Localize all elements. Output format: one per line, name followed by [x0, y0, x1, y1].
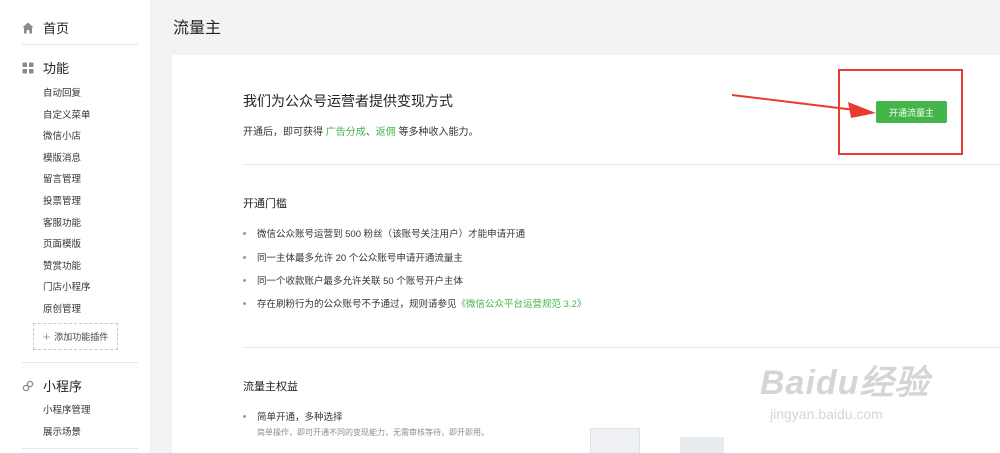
- link-icon: [22, 380, 34, 391]
- annotation-arrow-icon: [731, 94, 876, 118]
- subtitle-separator: 、: [365, 127, 376, 138]
- list-item-text: 微信公众账号运营到 500 粉丝（该账号关注用户）才能申请开通: [257, 229, 526, 240]
- list-item-text: 同一个收款账户最多允许关联 50 个账号开户主体: [257, 276, 463, 287]
- list-item: 同一主体最多允许 20 个公众账号申请开通流量主: [243, 250, 463, 264]
- sidebar-section-features[interactable]: 功能: [22, 58, 69, 77]
- sidebar-section-label: 小程序: [43, 379, 83, 394]
- list-item-text: 同一主体最多允许 20 个公众账号申请开通流量主: [257, 253, 463, 264]
- sidebar-item-display-scenes[interactable]: 展示场景: [43, 424, 81, 438]
- rights-heading: 流量主权益: [243, 381, 298, 393]
- subtitle-prefix: 开通后，即可获得: [243, 127, 326, 138]
- rights-description: 简单操作，即可开通不同的变现能力，无需审核等待，即开即用。: [257, 428, 489, 437]
- commission-link[interactable]: 返佣: [376, 127, 396, 138]
- sidebar-item-custom-menu[interactable]: 自定义菜单: [43, 107, 91, 121]
- illustration-document: [590, 428, 640, 453]
- sidebar-item-vote-management[interactable]: 投票管理: [43, 193, 81, 207]
- operation-rules-link[interactable]: 《微信公众平台运营规范 3.2》: [457, 296, 587, 310]
- sidebar-item-label: 首页: [43, 21, 70, 36]
- sidebar-section-label: 功能: [43, 61, 70, 76]
- section-divider: [243, 347, 1000, 348]
- sidebar-item-home[interactable]: 首页: [22, 18, 69, 37]
- threshold-heading: 开通门槛: [243, 198, 287, 210]
- list-item: 同一个收款账户最多允许关联 50 个账号开户主体: [243, 273, 463, 287]
- subtitle-suffix: 等多种收入能力。: [395, 127, 479, 138]
- bullet-icon: [243, 414, 246, 418]
- list-item-text: 存在刷粉行为的公众账号不予通过，规则请参见: [257, 299, 457, 310]
- sidebar-item-reward[interactable]: 赞赏功能: [43, 258, 81, 272]
- sidebar-item-wechat-store[interactable]: 微信小店: [43, 128, 81, 142]
- list-item: 简单开通，多种选择: [243, 409, 343, 423]
- sidebar-item-miniprogram-management[interactable]: 小程序管理: [43, 402, 91, 416]
- watermark-brand: Baidu经验: [760, 364, 930, 402]
- bullet-icon: [243, 278, 246, 282]
- sidebar-section-miniprogram[interactable]: 小程序: [22, 376, 82, 395]
- sidebar-item-store-miniprogram[interactable]: 门店小程序: [43, 279, 91, 293]
- plus-icon: +: [42, 329, 51, 344]
- divider: [22, 44, 138, 45]
- watermark-url: jingyan.baidu.com: [770, 406, 883, 422]
- sidebar-item-auto-reply[interactable]: 自动回复: [43, 85, 81, 99]
- ad-revenue-link[interactable]: 广告分成: [326, 127, 366, 138]
- sidebar-item-comment-management[interactable]: 留言管理: [43, 171, 81, 185]
- list-item: 微信公众账号运营到 500 粉丝（该账号关注用户）才能申请开通: [243, 226, 525, 240]
- bullet-icon: [243, 301, 246, 305]
- sidebar-item-page-template[interactable]: 页面模版: [43, 236, 81, 250]
- main-heading: 我们为公众号运营者提供变现方式: [243, 93, 453, 109]
- page-title: 流量主: [173, 20, 222, 37]
- list-item: 存在刷粉行为的公众账号不予通过，规则请参见 《微信公众平台运营规范 3.2》: [243, 296, 586, 310]
- bullet-icon: [243, 255, 246, 259]
- list-item-text: 简单开通，多种选择: [257, 412, 343, 423]
- sidebar-item-customer-service[interactable]: 客服功能: [43, 215, 81, 229]
- add-plugin-label: 添加功能插件: [54, 332, 109, 342]
- watermark: Baidu经验 jingyan.baidu.com: [760, 355, 929, 422]
- section-divider: [243, 164, 1000, 165]
- grid-icon: [22, 62, 34, 73]
- sidebar-item-template-message[interactable]: 模版消息: [43, 150, 81, 164]
- bullet-icon: [243, 231, 246, 235]
- sidebar: 首页 功能 自动回复 自定义菜单 微信小店 模版消息 留言管理 投票管理 客服功…: [0, 0, 150, 453]
- illustration-block: [680, 437, 724, 453]
- home-icon: [22, 22, 34, 33]
- add-plugin-button[interactable]: + 添加功能插件: [33, 323, 118, 350]
- sidebar-item-original-management[interactable]: 原创管理: [43, 301, 81, 315]
- main-subtitle: 开通后，即可获得 广告分成、返佣 等多种收入能力。: [243, 123, 479, 138]
- divider: [22, 362, 138, 363]
- divider: [22, 448, 138, 449]
